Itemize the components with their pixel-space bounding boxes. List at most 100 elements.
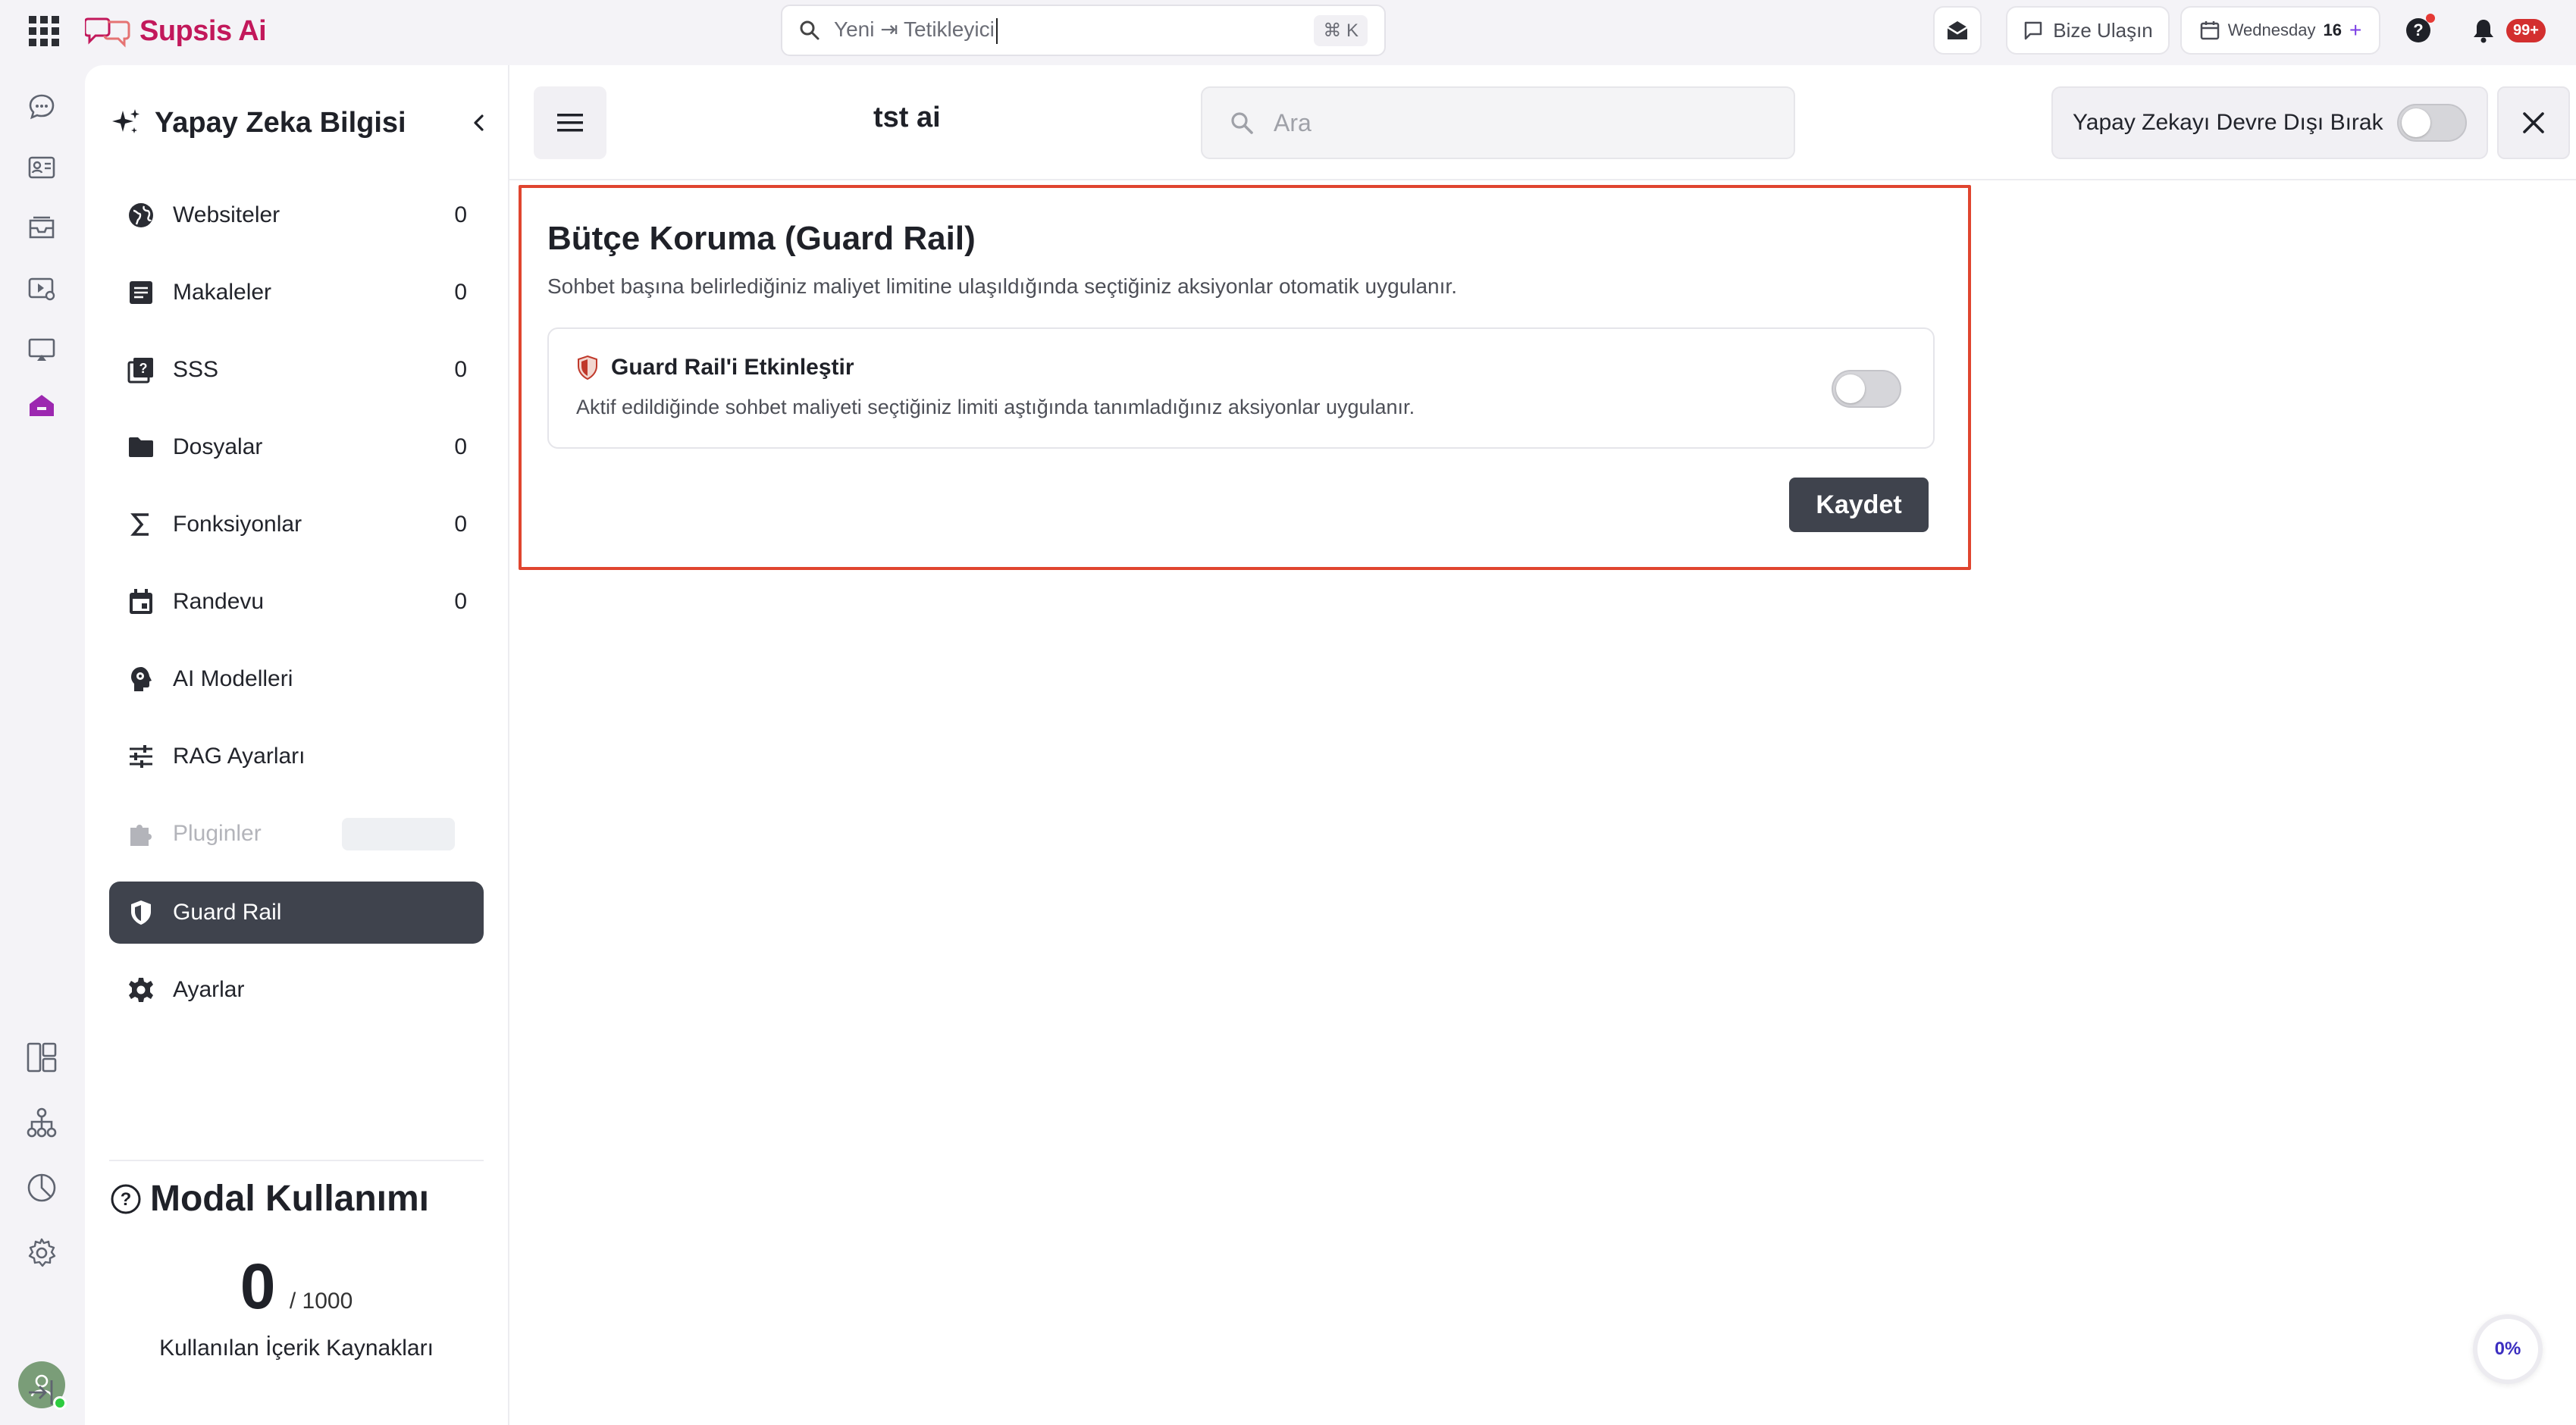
rail-chats-icon[interactable]	[24, 89, 59, 124]
toggle-knob	[1836, 374, 1865, 403]
article-icon	[126, 277, 156, 308]
folder-icon	[126, 432, 156, 462]
global-search-input[interactable]: Yeni ⇥ Tetikleyici ⌘ K	[781, 5, 1386, 56]
gear-icon	[126, 975, 156, 1005]
usage-used-count: 0	[240, 1251, 276, 1322]
rail-logout-icon[interactable]	[24, 1375, 59, 1410]
sidebar-item-sss[interactable]: ? SSS 0	[109, 339, 484, 401]
guard-section-title: Bütçe Koruma (Guard Rail)	[547, 220, 976, 257]
sidebar-item-count: 0	[454, 589, 467, 614]
divider	[109, 1160, 484, 1161]
close-button[interactable]	[2497, 86, 2570, 159]
sidebar-item-label: Randevu	[173, 589, 265, 614]
sidebar-item-randevu[interactable]: Randevu 0	[109, 571, 484, 633]
guard-enable-title: Guard Rail'i Etkinleştir	[611, 355, 854, 380]
menu-button[interactable]	[534, 86, 606, 159]
sidebar-item-dosyalar[interactable]: Dosyalar 0	[109, 416, 484, 478]
guard-enable-card: Guard Rail'i Etkinleştir Aktif edildiğin…	[547, 327, 1935, 449]
close-icon	[2521, 111, 2546, 135]
rail-ai-home-icon[interactable]	[24, 388, 59, 423]
sidebar-item-guard-rail[interactable]: Guard Rail	[109, 882, 484, 944]
sidebar-item-fonksiyonlar[interactable]: Fonksiyonlar 0	[109, 493, 484, 556]
sidebar-item-ayarlar[interactable]: Ayarlar	[109, 959, 484, 1021]
mail-icon	[1945, 18, 1970, 42]
guard-enable-description: Aktif edildiğinde sohbet maliyeti seçtiğ…	[576, 396, 1415, 418]
notifications-badge: 99+	[2506, 18, 2546, 42]
guard-enable-toggle[interactable]	[1832, 370, 1901, 408]
upgrade-tag: Supsis PRO	[342, 817, 455, 850]
sidebar-item-makaleler[interactable]: Makaleler 0	[109, 262, 484, 324]
puzzle-icon	[126, 819, 156, 849]
sidebar-item-label: Guard Rail	[173, 900, 282, 925]
svg-text:?: ?	[121, 1189, 132, 1210]
save-button[interactable]: Kaydet	[1789, 478, 1929, 532]
inbox-button[interactable]	[1933, 6, 1982, 55]
notifications-button[interactable]: 99+	[2459, 6, 2558, 55]
sidebar-item-websiteler[interactable]: Websiteler 0	[109, 184, 484, 246]
sidebar-item-label: SSS	[173, 357, 219, 382]
usage-caption: Kullanılan İçerik Kaynakları	[159, 1336, 434, 1361]
usage-total: / 1000	[289, 1289, 353, 1314]
sidebar-item-ai-modelleri[interactable]: AI Modelleri	[109, 648, 484, 710]
contact-us-label: Bize Ulaşın	[2053, 18, 2153, 42]
calendar-icon	[126, 587, 156, 617]
rail-media-settings-icon[interactable]	[24, 271, 59, 306]
sidebar-item-rag-ayarlari[interactable]: RAG Ayarları	[109, 725, 484, 788]
sidebar-title: Yapay Zeka Bilgisi	[155, 106, 406, 139]
chat-title: tst ai	[873, 102, 941, 133]
rail-reports-icon[interactable]	[24, 1170, 59, 1205]
model-usage-panel: ? Modal Kullanımı 0 / 1000 Kullanılan İç…	[109, 1160, 484, 1361]
sidebar-item-label: Ayarlar	[173, 977, 245, 1002]
sidebar-item-label: Websiteler	[173, 202, 280, 227]
rail-settings-icon[interactable]	[24, 1236, 59, 1270]
brand-name: Supsis Ai	[139, 14, 267, 47]
left-rail	[0, 62, 85, 1425]
calendar-icon	[2199, 20, 2220, 41]
progress-indicator[interactable]: 0%	[2473, 1314, 2543, 1384]
sidebar-item-label: RAG Ayarları	[173, 744, 306, 769]
globe-icon	[126, 200, 156, 230]
rail-inbox-icon[interactable]	[24, 211, 59, 246]
sidebar-item-label: Dosyalar	[173, 434, 263, 459]
rail-contacts-icon[interactable]	[24, 150, 59, 185]
search-icon	[799, 20, 820, 41]
svg-text:?: ?	[139, 361, 148, 376]
rail-flow-icon[interactable]	[24, 1105, 59, 1140]
help-circle-icon[interactable]: ?	[109, 1182, 143, 1216]
sidebar-item-count: 0	[454, 202, 467, 227]
brand-logo[interactable]: Supsis Ai	[85, 11, 267, 52]
sliders-icon	[126, 741, 156, 772]
date-number: 16	[2323, 20, 2342, 39]
sidebar-item-label: Fonksiyonlar	[173, 512, 302, 537]
rail-layout-icon[interactable]	[24, 1040, 59, 1075]
disable-ai-label: Yapay Zekayı Devre Dışı Bırak	[2073, 110, 2383, 135]
search-icon	[1230, 111, 1254, 135]
rail-screen-icon[interactable]	[24, 332, 59, 367]
sidebar-item-pluginler: Pluginler Supsis PRO	[109, 803, 484, 865]
sigma-icon	[126, 509, 156, 540]
chat-bubbles-logo-icon	[85, 14, 132, 48]
hamburger-icon	[556, 111, 584, 134]
guard-section-description: Sohbet başına belirlediğiniz maliyet lim…	[547, 274, 1457, 298]
collapse-sidebar-button[interactable]	[462, 106, 496, 139]
ai-knowledge-sidebar: Yapay Zeka Bilgisi Websiteler 0 Makalele…	[85, 65, 509, 1425]
apps-grid-icon[interactable]	[27, 14, 61, 48]
main-header: tst ai Ara Yapay Zekayı Devre Dışı Bırak	[509, 65, 2576, 180]
date-widget[interactable]: Wednesday 16 +	[2180, 6, 2380, 55]
main-search-input[interactable]: Ara	[1201, 86, 1795, 159]
sidebar-item-label: Makaleler	[173, 280, 272, 305]
search-placeholder: Ara	[1274, 108, 1312, 136]
chat-icon	[2023, 20, 2044, 41]
disable-ai-control: Yapay Zekayı Devre Dışı Bırak	[2051, 86, 2488, 159]
toggle-knob	[2402, 108, 2430, 137]
add-event-icon[interactable]: +	[2349, 18, 2361, 42]
budget-guard-section: Bütçe Koruma (Guard Rail) Sohbet başına …	[519, 185, 1971, 570]
help-button[interactable]: ?	[2394, 6, 2443, 55]
disable-ai-toggle[interactable]	[2397, 104, 2467, 142]
sidebar-item-count: 0	[454, 357, 467, 382]
text-caret	[995, 17, 998, 44]
sidebar-item-count: 0	[454, 280, 467, 305]
contact-us-button[interactable]: Bize Ulaşın	[2006, 6, 2170, 55]
usage-title: Modal Kullanımı	[150, 1179, 430, 1219]
top-bar: Supsis Ai Yeni ⇥ Tetikleyici ⌘ K Bize Ul…	[0, 0, 2576, 62]
